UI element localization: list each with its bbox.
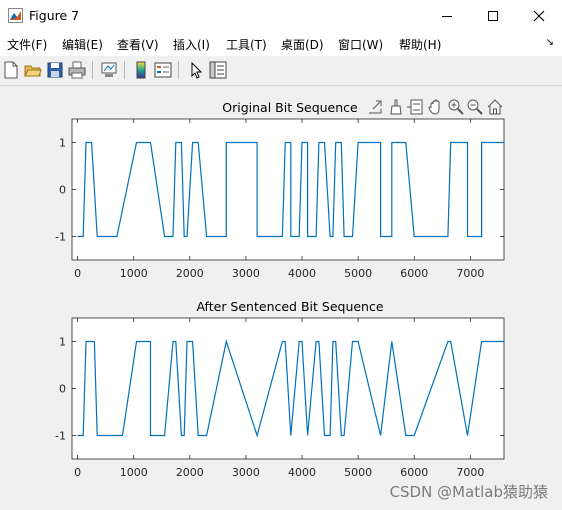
menu-insert[interactable]: 插入(I): [173, 36, 210, 53]
y-tick-label: 1: [59, 137, 66, 150]
matlab-app-icon: [8, 8, 23, 23]
y-tick-label: -1: [55, 430, 66, 443]
pan-icon[interactable]: [427, 98, 445, 116]
menu-help[interactable]: 帮助(H): [399, 36, 441, 53]
toolbar-separator: [178, 61, 179, 79]
menu-edit[interactable]: 编辑(E): [62, 36, 103, 53]
axes-1: 0 1000 2000 3000 4000 5000 6000 7000 -1 0 1: [55, 118, 505, 280]
insert-colorbar-icon[interactable]: [132, 61, 150, 79]
menu-tools[interactable]: 工具(T): [226, 36, 267, 53]
x-tick-label: 0: [74, 267, 81, 280]
x-tick-label: 6000: [400, 466, 428, 479]
close-icon: [533, 10, 545, 21]
minimize-button[interactable]: [424, 0, 470, 31]
home-icon[interactable]: [486, 98, 504, 116]
plot-title-1: Original Bit Sequence: [222, 100, 358, 115]
x-tick-label: 6000: [400, 267, 428, 280]
x-tick-label: 2000: [176, 466, 204, 479]
bit-sequence-line: [77, 339, 504, 438]
x-tick-label: 2000: [176, 267, 204, 280]
window-title: Figure 7: [29, 8, 80, 23]
zoom-in-icon[interactable]: [447, 98, 465, 116]
plot-title-2: After Sentenced Bit Sequence: [196, 299, 384, 314]
property-inspector-icon[interactable]: [209, 61, 227, 79]
y-tick-label: -1: [55, 231, 66, 244]
maximize-icon: [488, 10, 498, 21]
watermark-text: CSDN @Matlab猿助猿: [389, 483, 548, 501]
maximize-button[interactable]: [470, 0, 516, 31]
menu-desktop[interactable]: 桌面(D): [281, 36, 324, 53]
minimize-icon: [442, 15, 452, 17]
link-plot-icon[interactable]: [100, 61, 118, 79]
x-tick-label: 1000: [120, 267, 148, 280]
y-tick-label: 0: [59, 383, 66, 396]
zoom-out-icon[interactable]: [466, 98, 484, 116]
menu-bar: 文件(F) 编辑(E) 查看(V) 插入(I) 工具(T) 桌面(D) 窗口(W…: [0, 31, 562, 56]
y-tick-label: 0: [59, 184, 66, 197]
menu-arrow-icon[interactable]: ↘: [546, 37, 554, 48]
x-tick-label: 4000: [288, 267, 316, 280]
plot-area: [71, 317, 505, 460]
data-tips-icon[interactable]: [406, 98, 424, 116]
new-figure-icon[interactable]: [2, 61, 20, 79]
x-tick-label: 4000: [288, 466, 316, 479]
x-tick-label: 5000: [344, 466, 372, 479]
x-tick-label: 7000: [456, 466, 484, 479]
menu-window[interactable]: 窗口(W): [338, 36, 383, 53]
close-button[interactable]: [516, 0, 562, 31]
toolbar-separator: [92, 61, 93, 79]
x-tick-label: 1000: [120, 466, 148, 479]
x-tick-label: 0: [74, 466, 81, 479]
x-tick-label: 7000: [456, 267, 484, 280]
brush-icon[interactable]: [387, 98, 405, 116]
open-file-icon[interactable]: [24, 61, 42, 79]
menu-view[interactable]: 查看(V): [117, 36, 159, 53]
print-icon[interactable]: [68, 61, 86, 79]
figure-toolbar: [0, 56, 562, 86]
save-icon[interactable]: [46, 61, 64, 79]
x-tick-label: 3000: [232, 267, 260, 280]
menu-file[interactable]: 文件(F): [7, 36, 47, 53]
axes-2: 0 1000 2000 3000 4000 5000 6000 7000 -1 0 1: [55, 317, 505, 479]
x-tick-label: 5000: [344, 267, 372, 280]
plot-area: [71, 118, 505, 261]
y-tick-label: 1: [59, 336, 66, 349]
x-tick-label: 3000: [232, 466, 260, 479]
select-pointer-icon[interactable]: [187, 61, 205, 79]
bit-sequence-line: [77, 141, 504, 238]
toolbar-separator: [124, 61, 125, 79]
insert-legend-icon[interactable]: [154, 61, 172, 79]
title-bar: Figure 7: [0, 0, 562, 31]
